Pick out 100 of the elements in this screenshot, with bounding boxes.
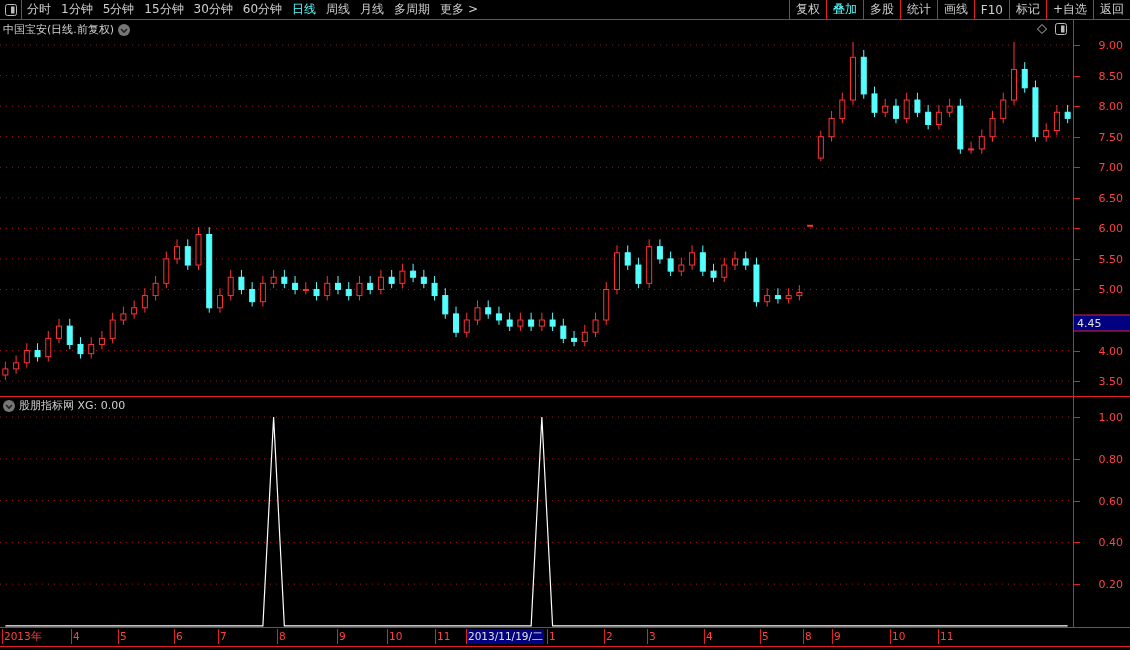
candle <box>614 244 620 295</box>
candle <box>174 238 181 265</box>
toolbar-button[interactable]: 标记 <box>1008 0 1046 19</box>
toolbar-button[interactable]: F10 <box>973 0 1009 19</box>
date-label: 7 <box>218 629 228 644</box>
dropdown-icon[interactable] <box>3 399 15 412</box>
axis-label: 0.20 <box>1098 577 1123 591</box>
indicator-title: 股朋指标网 XG: 0.00 <box>19 398 126 413</box>
candle <box>774 287 781 304</box>
candle <box>689 244 696 271</box>
candle <box>495 306 502 326</box>
period-tab[interactable]: 日线 <box>287 0 322 19</box>
candle <box>635 257 642 289</box>
candle <box>88 336 95 359</box>
candle <box>313 281 320 301</box>
candle <box>946 98 953 118</box>
dropdown-icon[interactable] <box>118 23 131 36</box>
date-label: 11 <box>938 629 955 644</box>
date-label: 5 <box>118 629 128 644</box>
toolbar-button[interactable]: +自选 <box>1045 0 1093 19</box>
candle <box>850 41 857 106</box>
candle <box>603 281 610 326</box>
date-label: 10 <box>387 629 404 644</box>
period-tab[interactable]: 分时 <box>22 0 56 19</box>
date-label: 5 <box>760 629 770 644</box>
toolbar-button[interactable]: 画线 <box>936 0 974 19</box>
period-tab[interactable]: 30分钟 <box>188 0 238 19</box>
candle <box>764 287 771 308</box>
candle <box>431 275 438 301</box>
candle <box>410 263 417 283</box>
axis-label: 6.00 <box>1098 221 1123 235</box>
date-label: 1 <box>547 629 557 644</box>
period-tab[interactable]: 周线 <box>321 0 356 19</box>
candle <box>978 128 985 155</box>
period-tab[interactable]: 多周期 <box>389 0 436 19</box>
candle <box>817 130 824 162</box>
toolbar-button[interactable]: 复权 <box>788 0 826 19</box>
candle <box>302 281 309 295</box>
candle <box>753 257 760 308</box>
candle <box>463 312 470 338</box>
date-label: 9 <box>832 629 842 644</box>
period-tab[interactable]: 15分钟 <box>139 0 189 19</box>
period-tab[interactable]: 1分钟 <box>56 0 98 19</box>
date-label: 10 <box>890 629 907 644</box>
period-tab[interactable]: 月线 <box>355 0 390 19</box>
date-label: 9 <box>337 629 347 644</box>
candle <box>216 287 223 314</box>
candle <box>356 275 363 301</box>
candle <box>699 244 706 277</box>
axis-label: 0.60 <box>1098 494 1123 508</box>
date-label: 6 <box>174 629 184 644</box>
axis-label: 7.00 <box>1098 160 1123 174</box>
candle <box>34 342 41 363</box>
candle <box>13 354 20 375</box>
candle <box>238 269 245 295</box>
candle <box>742 251 749 271</box>
candle <box>807 224 814 227</box>
candle <box>678 257 685 277</box>
panel-toggle-icon <box>1055 23 1067 35</box>
axis-label: 0.80 <box>1098 452 1123 466</box>
chart-title: 中国宝安(日线.前复权) <box>3 22 115 37</box>
period-tab[interactable]: 5分钟 <box>97 0 140 19</box>
candle <box>56 318 62 344</box>
toolbar-button[interactable]: 多股 <box>862 0 900 19</box>
candle <box>141 287 148 314</box>
candle <box>335 275 341 295</box>
date-label: 3 <box>647 629 657 644</box>
candle <box>925 104 932 130</box>
candle <box>560 318 567 344</box>
candle <box>592 312 599 338</box>
candle <box>1043 122 1050 143</box>
period-tab[interactable]: 更多 > <box>435 0 483 19</box>
candle <box>914 92 921 118</box>
date-label: 4 <box>704 629 714 644</box>
axis-label: 4.00 <box>1098 344 1123 358</box>
candle <box>281 269 288 289</box>
toolbar-button[interactable]: 叠加 <box>825 0 863 19</box>
candle <box>98 330 105 350</box>
candle <box>796 284 803 301</box>
axis-label: 3.50 <box>1098 374 1123 388</box>
date-label: 2013年 <box>2 629 43 644</box>
candle <box>184 238 191 271</box>
candle <box>882 98 889 118</box>
period-tab[interactable]: 60分钟 <box>237 0 288 19</box>
candle <box>1021 61 1028 94</box>
toolbar-button[interactable]: 统计 <box>899 0 937 19</box>
candle <box>957 98 964 155</box>
candle <box>1064 104 1071 124</box>
toolbar-button[interactable]: 返回 <box>1093 0 1130 19</box>
candle <box>721 257 728 283</box>
candle <box>1032 80 1039 143</box>
candle <box>528 312 535 332</box>
candle <box>163 251 170 289</box>
candle <box>892 98 899 124</box>
diamond-icon[interactable] <box>1037 24 1047 34</box>
candle <box>656 238 663 265</box>
candle <box>571 330 578 347</box>
date-label: 11 <box>435 629 452 644</box>
candle <box>1000 92 1007 124</box>
candle <box>935 104 942 130</box>
